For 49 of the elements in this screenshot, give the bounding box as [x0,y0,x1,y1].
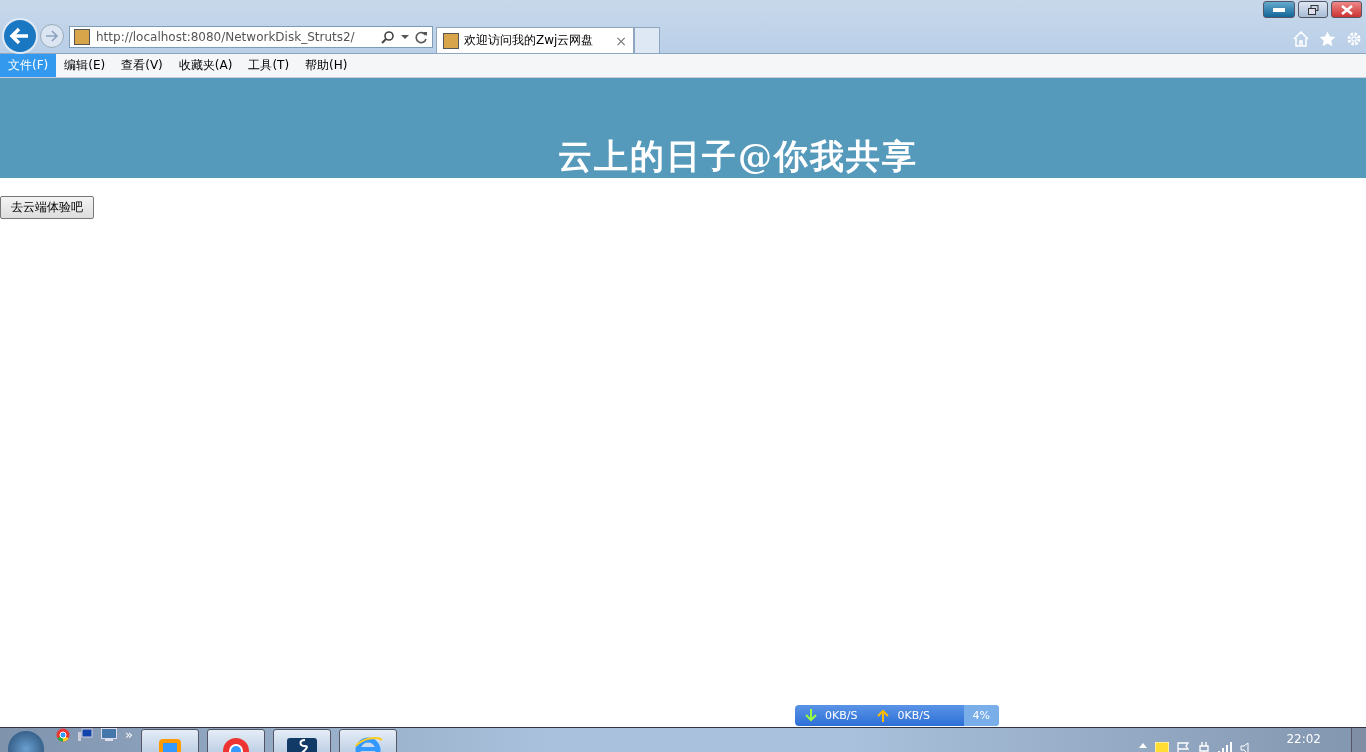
banner-title: 云上的日子@你我共享 [557,135,918,178]
taskbar-app-button[interactable] [338,729,397,752]
address-bar[interactable]: http://localhost:8080/NetworkDisk_Struts2/ [69,26,433,48]
menu-item[interactable]: 帮助(H) [297,54,356,77]
close-tab-button[interactable]: × [615,32,627,49]
tray-app-icon[interactable] [1155,742,1170,752]
url-text: http://localhost:8080/NetworkDisk_Struts2/ [96,30,356,44]
power-plug-icon[interactable] [1198,742,1211,752]
site-icon [443,32,459,49]
flag-icon[interactable] [1177,742,1191,752]
restore-button[interactable] [1298,1,1328,18]
taskbar-app-button[interactable] [140,729,199,752]
arrow-left-icon [9,25,31,47]
monitor-icon[interactable] [101,728,117,741]
caret-icon[interactable] [401,34,409,40]
menu-item[interactable]: 收藏夹(A) [170,54,241,77]
minimize-button[interactable] [1263,1,1295,18]
download-speed: 0KB/S [825,709,858,722]
signal-bars-icon[interactable] [1218,742,1233,752]
forward-button[interactable] [40,24,64,48]
site-icon [74,29,90,45]
usage-percent: 4% [963,705,999,726]
tab-title: 欢迎访问我的Zwj云网盘 [464,32,595,49]
browser-tab[interactable]: 欢迎访问我的Zwj云网盘 × [436,27,634,53]
network-computer-icon[interactable] [78,728,93,742]
chrome-icon [221,736,250,752]
menu-item[interactable]: 工具(T) [240,54,298,77]
arrow-down-icon [805,709,817,722]
chrome-icon[interactable] [56,728,70,742]
star-icon[interactable] [1319,31,1336,47]
restore-icon [1307,4,1319,15]
menu-item[interactable]: 查看(V) [113,54,171,77]
new-tab-button[interactable] [634,27,660,53]
refresh-icon[interactable] [415,30,428,44]
back-button[interactable] [2,18,38,54]
close-icon [1340,4,1353,15]
taskbar-app-button[interactable] [272,729,331,752]
upload-speed: 0KB/S [897,709,930,722]
arrow-up-icon [877,709,890,722]
minimize-icon [1273,7,1285,12]
taskbar-app-button[interactable] [206,729,265,752]
show-desktop-button[interactable] [1351,728,1366,752]
close-button[interactable] [1331,1,1362,18]
app-icon [156,736,183,752]
caret-up-icon[interactable] [1139,742,1148,748]
menu-item[interactable]: 编辑(E) [56,54,114,77]
search-icon[interactable] [381,30,395,44]
arrow-right-icon [45,29,59,43]
cloud-button[interactable]: 去云端体验吧 [0,196,94,219]
